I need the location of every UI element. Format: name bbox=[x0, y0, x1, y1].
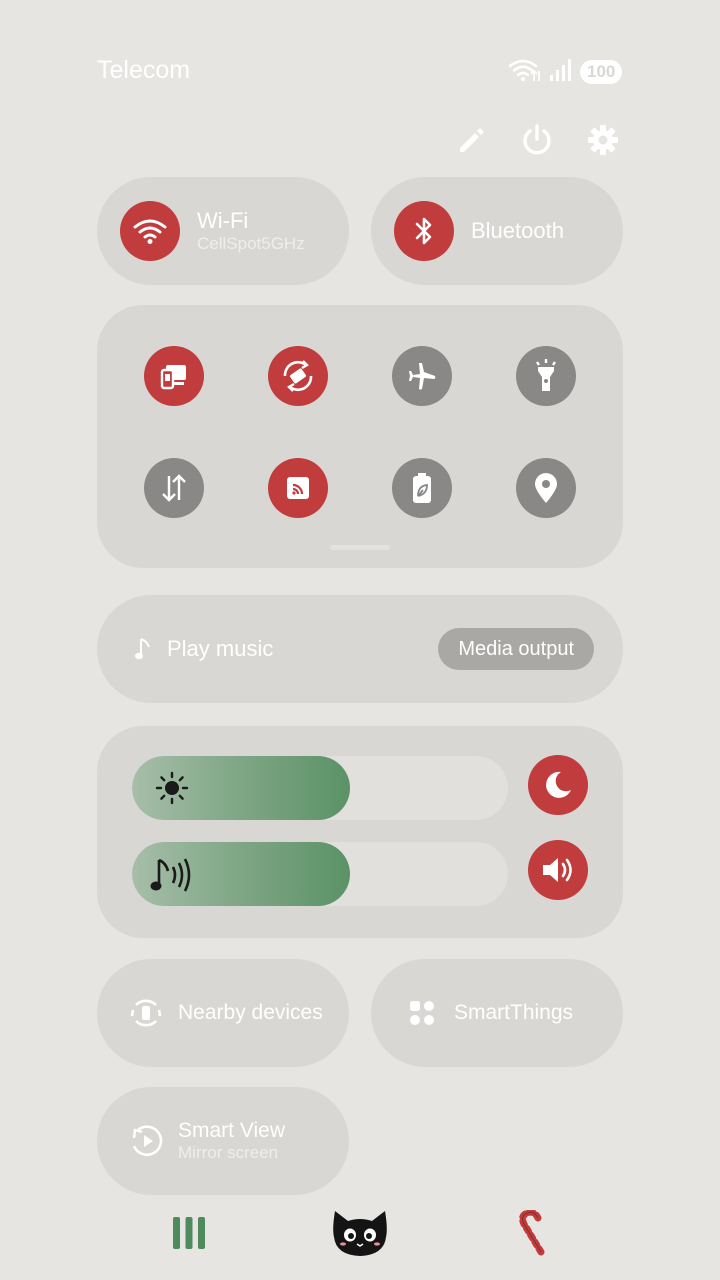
wifi-label: Wi-Fi bbox=[197, 208, 249, 233]
home-button[interactable] bbox=[330, 1205, 390, 1261]
airplane-icon bbox=[409, 363, 436, 390]
media-output-button[interactable]: Media output bbox=[438, 628, 594, 670]
play-music-label: Play music bbox=[167, 636, 274, 661]
wifi-toggle[interactable] bbox=[120, 201, 180, 261]
auto-rotate-icon bbox=[283, 360, 313, 392]
airplane-mode-toggle[interactable] bbox=[392, 346, 452, 406]
nfc-icon bbox=[287, 477, 309, 499]
nearby-devices-tile[interactable]: Nearby devices bbox=[97, 959, 349, 1067]
mobile-data-icon bbox=[162, 474, 186, 502]
gear-icon bbox=[588, 125, 618, 155]
location-icon bbox=[535, 473, 557, 503]
bluetooth-label: Bluetooth bbox=[471, 218, 564, 243]
wifi-tile[interactable]: Wi-Fi CellSpot5GHz bbox=[97, 177, 349, 285]
edit-button[interactable] bbox=[452, 122, 488, 158]
back-button[interactable] bbox=[508, 1205, 552, 1261]
nfc-toggle[interactable] bbox=[268, 458, 328, 518]
smartthings-label: SmartThings bbox=[454, 1001, 574, 1024]
bluetooth-icon bbox=[415, 217, 432, 245]
recent-apps-button[interactable] bbox=[170, 1205, 208, 1261]
smartthings-tile[interactable]: SmartThings bbox=[371, 959, 623, 1067]
bluetooth-toggle[interactable] bbox=[394, 201, 454, 261]
smart-view-subtitle: Mirror screen bbox=[178, 1143, 279, 1162]
speaker-icon bbox=[543, 858, 572, 882]
nearby-devices-label: Nearby devices bbox=[178, 1001, 323, 1024]
pencil-icon bbox=[460, 128, 484, 152]
cell-signal-icon bbox=[548, 57, 574, 88]
power-icon bbox=[523, 124, 551, 155]
power-button[interactable] bbox=[519, 122, 555, 158]
wifi-signal-icon bbox=[508, 57, 542, 88]
music-volume-icon bbox=[148, 855, 196, 900]
sun-icon bbox=[154, 770, 190, 811]
media-tile[interactable]: Play music Media output bbox=[97, 595, 623, 703]
dark-mode-toggle[interactable] bbox=[528, 755, 588, 815]
power-saving-icon bbox=[413, 473, 431, 503]
wifi-icon bbox=[133, 219, 167, 244]
smart-view-icon bbox=[130, 1124, 164, 1158]
moon-icon bbox=[546, 771, 571, 798]
smartthings-icon bbox=[408, 999, 436, 1027]
smart-view-title: Smart View bbox=[178, 1119, 285, 1142]
carrier-name: Telecom bbox=[97, 56, 191, 84]
music-note-icon bbox=[133, 636, 155, 662]
wifi-network-name: CellSpot5GHz bbox=[197, 234, 305, 253]
candy-cane-icon bbox=[519, 1210, 545, 1256]
location-toggle[interactable] bbox=[516, 458, 576, 518]
flashlight-toggle[interactable] bbox=[516, 346, 576, 406]
smart-view-devices-icon bbox=[160, 365, 186, 390]
black-cat-icon bbox=[333, 1211, 387, 1256]
bluetooth-tile[interactable]: Bluetooth bbox=[371, 177, 623, 285]
volume-slider[interactable] bbox=[132, 842, 508, 906]
smart-view-tile[interactable]: Smart View Mirror screen bbox=[97, 1087, 349, 1195]
settings-button[interactable] bbox=[585, 122, 621, 158]
panel-expand-handle[interactable] bbox=[330, 545, 390, 550]
brightness-slider[interactable] bbox=[132, 756, 508, 820]
nearby-devices-icon bbox=[128, 995, 164, 1031]
flashlight-icon bbox=[536, 359, 556, 391]
mobile-data-toggle[interactable] bbox=[144, 458, 204, 518]
recent-apps-icon bbox=[173, 1217, 205, 1249]
status-icons: 100 bbox=[508, 57, 623, 88]
battery-indicator: 100 bbox=[580, 60, 623, 84]
power-saving-toggle[interactable] bbox=[392, 458, 452, 518]
quick-toggles-panel bbox=[97, 305, 623, 568]
auto-rotate-toggle[interactable] bbox=[268, 346, 328, 406]
smart-view-devices-toggle[interactable] bbox=[144, 346, 204, 406]
sound-mode-toggle[interactable] bbox=[528, 840, 588, 900]
